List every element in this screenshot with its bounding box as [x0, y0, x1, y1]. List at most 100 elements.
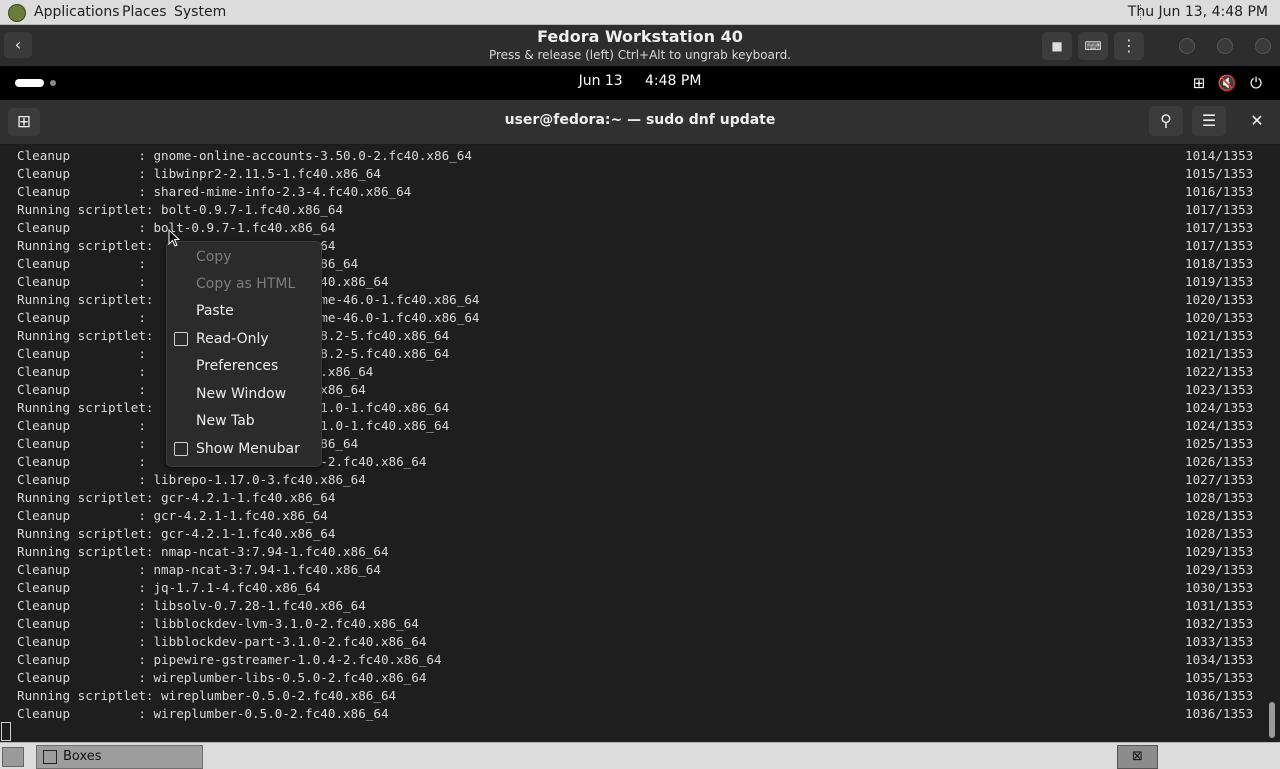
- terminal-line-progress: 1029/1353: [1185, 544, 1254, 559]
- terminal-line-progress: 1017/1353: [1185, 220, 1254, 235]
- terminal-line: Cleanup : libwinpr2-2.11.5-1.fc40.x86_64: [17, 166, 381, 181]
- terminal-line-progress: 1019/1353: [1185, 274, 1254, 289]
- taskbar-item-boxes[interactable]: Boxes: [36, 745, 203, 769]
- show-menubar-checkbox[interactable]: [174, 442, 188, 456]
- terminal-context-menu: Copy Copy as HTML Paste Read-Only Prefer…: [166, 241, 322, 467]
- terminal-line-progress: 1035/1353: [1185, 670, 1254, 685]
- menu-item-new-tab[interactable]: New Tab: [196, 410, 255, 432]
- terminal-line: Cleanup : wireplumber-0.5.0-2.fc40.x86_6…: [17, 706, 389, 721]
- terminal-line-progress: 1024/1353: [1185, 400, 1254, 415]
- close-icon: ✕: [1250, 111, 1264, 130]
- new-tab-button[interactable]: ⊞: [8, 108, 40, 136]
- close-window-button[interactable]: [1255, 38, 1271, 54]
- terminal-line: Running scriptlet: nmap-ncat-3:7.94-1.fc…: [17, 544, 389, 559]
- terminal-line-progress: 1021/1353: [1185, 346, 1254, 361]
- hamburger-menu-button[interactable]: ☰: [1192, 106, 1226, 136]
- terminal-line: Cleanup : nmap-ncat-3:7.94-1.fc40.x86_64: [17, 562, 381, 577]
- terminal-title: user@fedora:~ — sudo dnf update: [504, 112, 776, 128]
- host-clock[interactable]: Thu Jun 13, 4:48 PM: [1128, 4, 1268, 20]
- search-button[interactable]: ⚲: [1149, 106, 1183, 136]
- boxes-header-bar: Fedora Workstation 40 Press & release (l…: [0, 25, 1280, 67]
- network-wired-icon[interactable]: ⊞: [1188, 72, 1210, 94]
- menu-item-read-only[interactable]: Read-Only: [196, 328, 269, 350]
- host-top-panel: Applications Places System Thu Jun 13, 4…: [0, 0, 1280, 25]
- power-icon[interactable]: ⏻: [1245, 72, 1267, 94]
- terminal-line: Cleanup : pipewire-gstreamer-1.0.4-2.fc4…: [17, 652, 442, 667]
- terminal-line: Running scriptlet: wireplumber-0.5.0-2.f…: [17, 688, 397, 703]
- terminal-line-progress: 1015/1353: [1185, 166, 1254, 181]
- terminal-headerbar: user@fedora:~ — sudo dnf update ⊞ ⚲ ☰ ✕: [0, 100, 1280, 145]
- terminal-close-button[interactable]: ✕: [1244, 107, 1270, 135]
- hamburger-icon: ☰: [1201, 111, 1217, 130]
- show-desktop-button[interactable]: [2, 747, 24, 767]
- terminal-line-progress: 1036/1353: [1185, 688, 1254, 703]
- maximize-button[interactable]: [1217, 38, 1233, 54]
- menu-item-copy: Copy: [196, 249, 232, 265]
- terminal-line: Cleanup : gcr-4.2.1-1.fc40.x86_64: [17, 508, 328, 523]
- terminal-line-progress: 1024/1353: [1185, 418, 1254, 433]
- window-icon: [43, 750, 57, 764]
- minimize-button[interactable]: [1179, 38, 1195, 54]
- terminal-line-progress: 1020/1353: [1185, 292, 1254, 307]
- terminal-line-progress: 1020/1353: [1185, 310, 1254, 325]
- terminal-line: Cleanup : wireplumber-libs-0.5.0-2.fc40.…: [17, 670, 427, 685]
- terminal-line-progress: 1017/1353: [1185, 202, 1254, 217]
- terminal-line-progress: 1023/1353: [1185, 382, 1254, 397]
- terminal-line: Running scriptlet: bolt-0.9.7-1.fc40.x86…: [17, 202, 344, 217]
- guest-top-bar: Jun 13 4:48 PM ⊞ 🔇 ⏻: [0, 66, 1280, 100]
- vm-menu-button[interactable]: ⋮: [1114, 32, 1144, 60]
- terminal-line-progress: 1032/1353: [1185, 616, 1254, 631]
- terminal-line-progress: 1028/1353: [1185, 490, 1254, 505]
- menu-item-new-window[interactable]: New Window: [196, 383, 286, 405]
- terminal-line: Running scriptlet: gcr-4.2.1-1.fc40.x86_…: [17, 526, 336, 541]
- terminal-line-progress: 1028/1353: [1185, 526, 1254, 541]
- terminal-line-progress: 1030/1353: [1185, 580, 1254, 595]
- read-only-checkbox[interactable]: [174, 332, 188, 346]
- terminal-line: Cleanup : shared-mime-info-2.3-4.fc40.x8…: [17, 184, 412, 199]
- new-tab-icon: ⊞: [16, 112, 32, 132]
- taskbar-item-label: Boxes: [63, 749, 102, 764]
- scrollbar-thumb[interactable]: [1269, 702, 1275, 738]
- mouse-pointer-icon: [168, 229, 180, 247]
- guest-clock[interactable]: Jun 13 4:48 PM: [0, 73, 1280, 89]
- stop-icon: ■: [1051, 39, 1063, 53]
- workspace-switcher[interactable]: ⊠: [1117, 745, 1158, 769]
- terminal-line-progress: 1014/1353: [1185, 148, 1254, 163]
- menu-applications[interactable]: Applications: [34, 4, 120, 20]
- terminal-cursor: [1, 722, 11, 741]
- terminal-line-progress: 1029/1353: [1185, 562, 1254, 577]
- menu-item-paste[interactable]: Paste: [196, 300, 234, 322]
- keyboard-icon: ⌨: [1084, 39, 1102, 53]
- menu-places[interactable]: Places: [122, 4, 167, 20]
- terminal-line-progress: 1021/1353: [1185, 328, 1254, 343]
- kebab-menu-icon: ⋮: [1121, 36, 1137, 55]
- guest-time: 4:48 PM: [644, 73, 702, 89]
- guest-date: Jun 13: [578, 73, 623, 89]
- volume-muted-icon[interactable]: 🔇: [1216, 72, 1238, 94]
- stop-button[interactable]: ■: [1042, 32, 1072, 60]
- terminal-line-progress: 1027/1353: [1185, 472, 1254, 487]
- terminal-line-progress: 1034/1353: [1185, 652, 1254, 667]
- back-button[interactable]: ‹: [4, 32, 32, 58]
- terminal-line-progress: 1036/1353: [1185, 706, 1254, 721]
- terminal-line: Cleanup : librepo-1.17.0-3.fc40.x86_64: [17, 472, 366, 487]
- terminal-line: Cleanup : gnome-online-accounts-3.50.0-2…: [17, 148, 472, 163]
- terminal-line-progress: 1016/1353: [1185, 184, 1254, 199]
- terminal-scrollbar[interactable]: [1266, 145, 1280, 741]
- applications-logo-icon[interactable]: [8, 4, 26, 22]
- terminal-line: Running scriptlet: gcr-4.2.1-1.fc40.x86_…: [17, 490, 336, 505]
- terminal-line: Cleanup : jq-1.7.1-4.fc40.x86_64: [17, 580, 321, 595]
- terminal-line-progress: 1026/1353: [1185, 454, 1254, 469]
- menu-item-show-menubar[interactable]: Show Menubar: [196, 438, 300, 460]
- menu-item-preferences[interactable]: Preferences: [196, 355, 278, 377]
- terminal-line: Cleanup : libsolv-0.7.28-1.fc40.x86_64: [17, 598, 366, 613]
- terminal-line-progress: 1017/1353: [1185, 238, 1254, 253]
- terminal-line-progress: 1025/1353: [1185, 436, 1254, 451]
- terminal-line-progress: 1033/1353: [1185, 634, 1254, 649]
- send-keys-button[interactable]: ⌨: [1078, 32, 1108, 60]
- menu-system[interactable]: System: [174, 4, 226, 20]
- terminal-line: Cleanup : libblockdev-lvm-3.1.0-2.fc40.x…: [17, 616, 419, 631]
- search-icon: ⚲: [1160, 111, 1172, 130]
- terminal-line-progress: 1031/1353: [1185, 598, 1254, 613]
- terminal-line: Cleanup : libblockdev-part-3.1.0-2.fc40.…: [17, 634, 427, 649]
